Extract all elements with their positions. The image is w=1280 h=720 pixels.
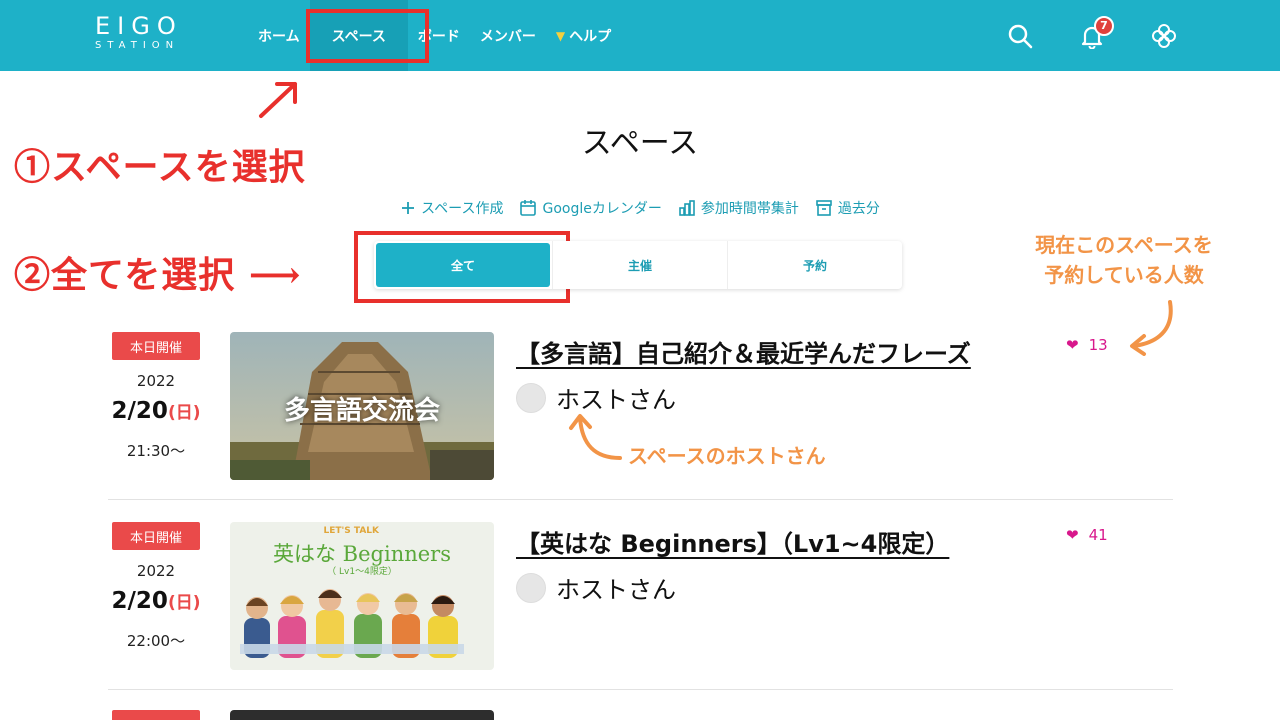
nav-members[interactable]: メンバー [470,0,546,71]
annotation-reserve-line2: 予約している人数 [1044,263,1204,287]
annotation-reserve-note: 現在このスペースを 予約している人数 [1000,230,1248,290]
bell-icon[interactable]: 7 [1076,15,1114,52]
heart-icon: ❤ [1066,526,1079,544]
event-year: 2022 [136,372,176,390]
space-toolbar: スペース作成 Googleカレンダー 参加時間帯集計 過去分 [0,198,1280,218]
google-calendar-label: Googleカレンダー [542,201,662,217]
bar-chart-icon [679,200,695,216]
event-title-link[interactable]: 【英はな Beginners】（Lv1~4限定） [516,524,949,559]
today-badge-partial [112,710,200,720]
row-divider [108,689,1173,690]
event-year: 2022 [136,562,176,580]
today-badge: 本日開催 [112,332,200,360]
annotation-reserve-line1: 現在このスペースを [1035,233,1213,257]
event-date-value: 2/20 [111,588,168,614]
nav-home[interactable]: ホーム [248,0,310,71]
avatar [516,572,546,603]
archive-box-icon [816,200,832,216]
logo-subtext: STATION [95,40,180,51]
event-host[interactable]: ホストさん [516,380,676,415]
avatar [516,382,546,413]
calendar-icon [520,200,537,216]
event-thumbnail[interactable]: 多言語交流会 [230,332,494,480]
reservation-count-value: 41 [1088,526,1108,544]
main-nav: ホーム スペース ボード メンバー ▼ ヘルプ [248,0,621,71]
page-title: スペース [581,126,699,161]
search-icon[interactable] [1004,20,1036,52]
logo[interactable]: EIGO STATION [95,14,183,51]
google-calendar-button[interactable]: Googleカレンダー [519,198,662,218]
reservation-count[interactable]: ❤ 41 [1066,526,1108,544]
archive-button[interactable]: 過去分 [815,198,880,218]
event-row[interactable]: 本日開催 2022 2/20(日) 21:30〜 多言語交流会 【多言語】自己紹… [108,332,1173,500]
logo-text: EIGO [95,12,183,40]
event-thumbnail-partial[interactable] [230,710,494,720]
beginner-mark-icon: ▼ [555,28,566,43]
nav-help[interactable]: ▼ ヘルプ [546,0,621,71]
event-host[interactable]: ホストさん [516,570,676,605]
reservation-count-value: 13 [1088,336,1108,354]
annotation-step2: ②全てを選択 ⟶ [14,254,302,296]
host-name: ホストさん [556,576,676,604]
tab-all[interactable]: 全て [376,243,550,287]
event-thumbnail-text: 多言語交流会 [283,396,440,426]
event-date: 2/20(日) [108,398,204,424]
plus-icon [402,202,415,214]
notification-badge: 7 [1094,15,1114,36]
archive-label: 過去分 [837,201,880,217]
create-space-button[interactable]: スペース作成 [400,198,503,218]
event-thumbnail[interactable]: LET'S TALK 英はな Beginners （ Lv1〜4限定） [230,522,494,670]
participation-stats-label: 参加時間帯集計 [700,201,799,217]
event-row[interactable]: 本日開催 2022 2/20(日) 22:00〜 LET'S TALK 英はな … [108,522,1173,690]
reservation-count[interactable]: ❤ 13 [1066,336,1108,354]
event-date-value: 2/20 [111,398,168,424]
event-day-of-week: (日) [167,403,201,423]
event-time: 22:00〜 [126,632,186,650]
tab-hosting[interactable]: 主催 [552,241,727,289]
clover-menu-icon[interactable] [1148,20,1180,52]
event-thumbnail-toptext: LET'S TALK [323,526,379,536]
event-date: 2/20(日) [108,588,204,614]
arrow-up-right-icon [259,82,297,118]
create-space-label: スペース作成 [421,201,504,217]
today-badge: 本日開催 [112,522,200,550]
highlight-box-space-nav [306,9,429,63]
event-time: 21:30〜 [126,442,186,460]
row-divider [108,499,1173,500]
filter-tabs: 全て 主催 予約 [374,241,902,289]
nav-help-label: ヘルプ [569,28,612,45]
top-navbar: EIGO STATION ホーム スペース ボード メンバー ▼ ヘルプ 7 [0,0,1280,71]
host-name: ホストさん [556,386,676,414]
heart-icon: ❤ [1066,336,1079,354]
tab-reserved[interactable]: 予約 [727,241,902,289]
header-actions: 7 [1004,0,1180,71]
event-title-link[interactable]: 【多言語】自己紹介＆最近学んだフレーズ [516,334,971,369]
event-thumbnail-subtext: （ Lv1〜4限定） [327,567,397,577]
participation-stats-button[interactable]: 参加時間帯集計 [678,198,799,218]
event-day-of-week: (日) [167,593,201,613]
